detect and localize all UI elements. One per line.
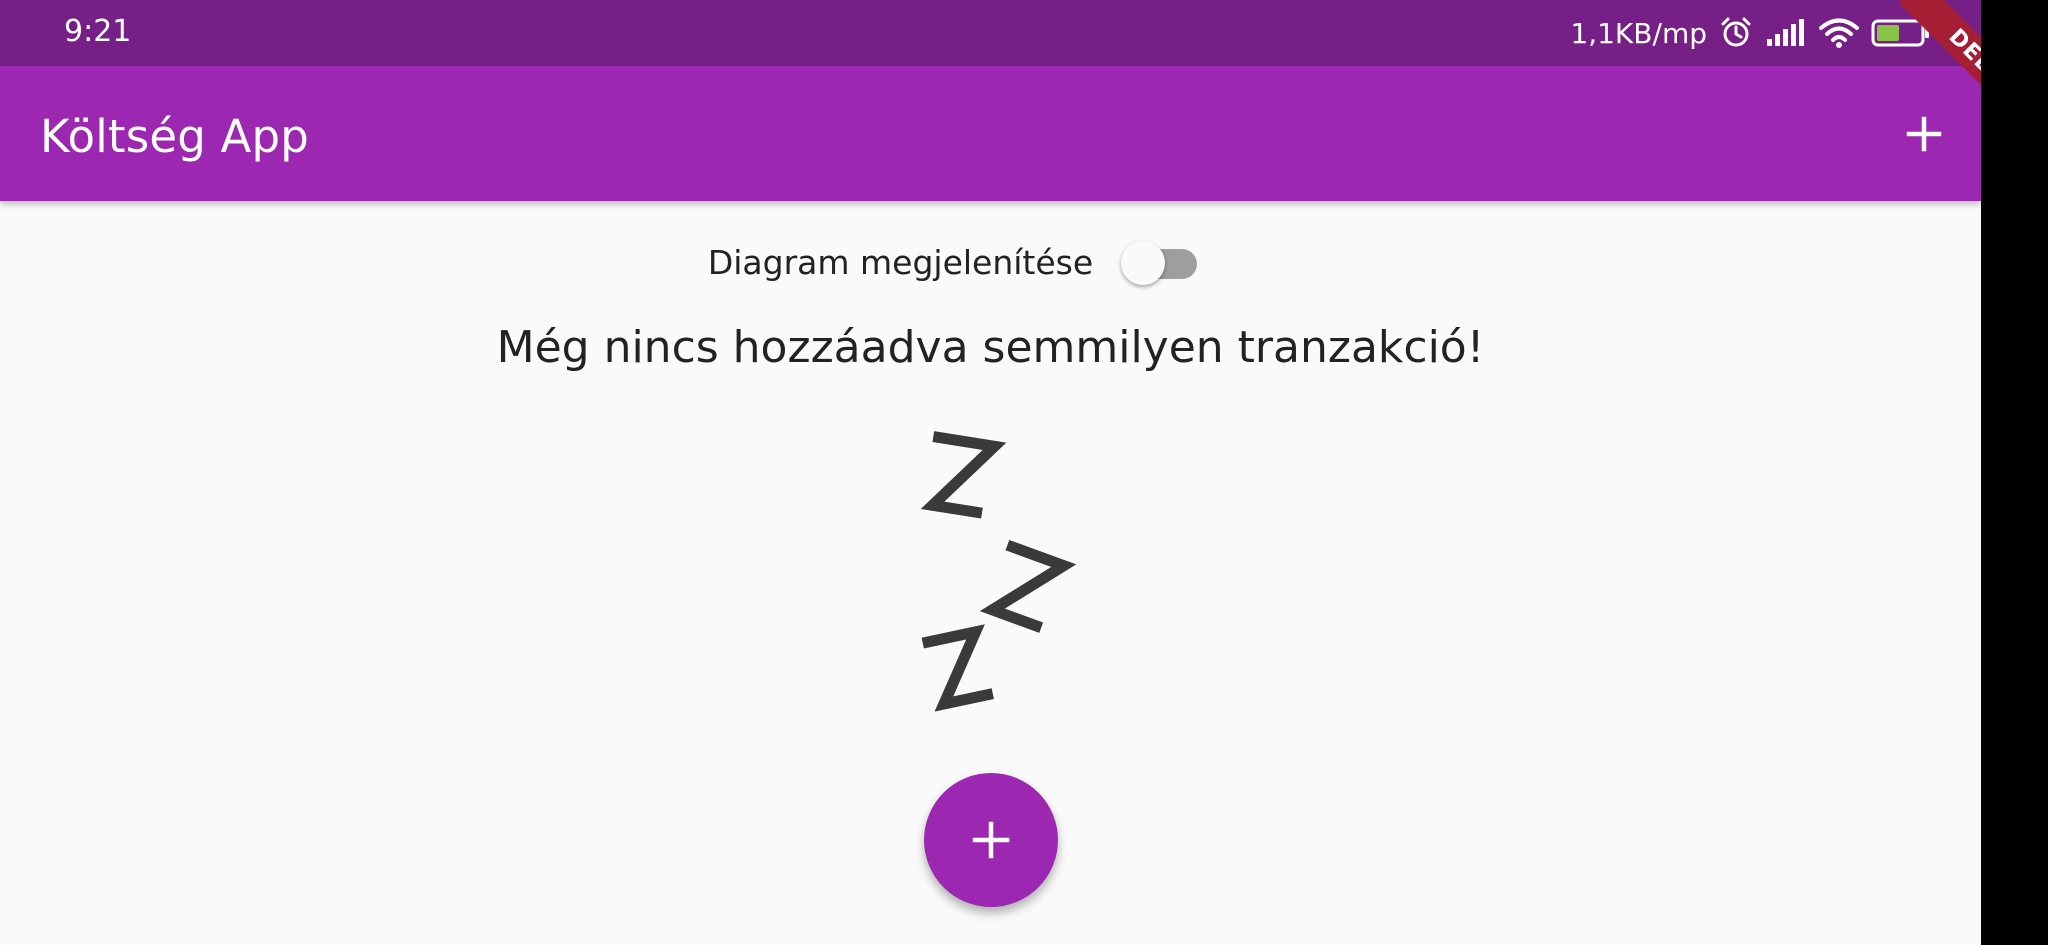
status-bar: 9:21 1,1KB/mp — [0, 0, 1981, 66]
sleeping-zzz-icon — [890, 410, 1080, 750]
app-screen: 9:21 1,1KB/mp Költség App DEBUG Diagram … — [0, 0, 1981, 945]
chart-toggle-switch[interactable] — [1121, 239, 1203, 285]
alarm-icon — [1719, 16, 1753, 50]
wifi-icon — [1819, 17, 1859, 49]
screen-edge — [1981, 0, 2048, 945]
network-speed: 1,1KB/mp — [1570, 16, 1707, 50]
empty-state-message: Még nincs hozzáadva semmilyen tranzakció… — [496, 322, 1485, 373]
switch-thumb — [1121, 241, 1166, 285]
status-time: 9:21 — [64, 14, 132, 49]
add-icon — [972, 821, 1010, 859]
app-title: Költség App — [40, 110, 310, 163]
fab-add-button[interactable] — [924, 773, 1058, 907]
chart-toggle-row: Diagram megjelenítése — [0, 232, 1981, 292]
signal-icon — [1765, 19, 1807, 47]
chart-toggle-label: Diagram megjelenítése — [707, 242, 1094, 282]
add-icon — [1906, 116, 1942, 152]
status-icons: 1,1KB/mp — [1570, 0, 1961, 66]
add-transaction-button[interactable] — [1896, 106, 1952, 162]
app-bar: Költség App — [0, 66, 1981, 201]
